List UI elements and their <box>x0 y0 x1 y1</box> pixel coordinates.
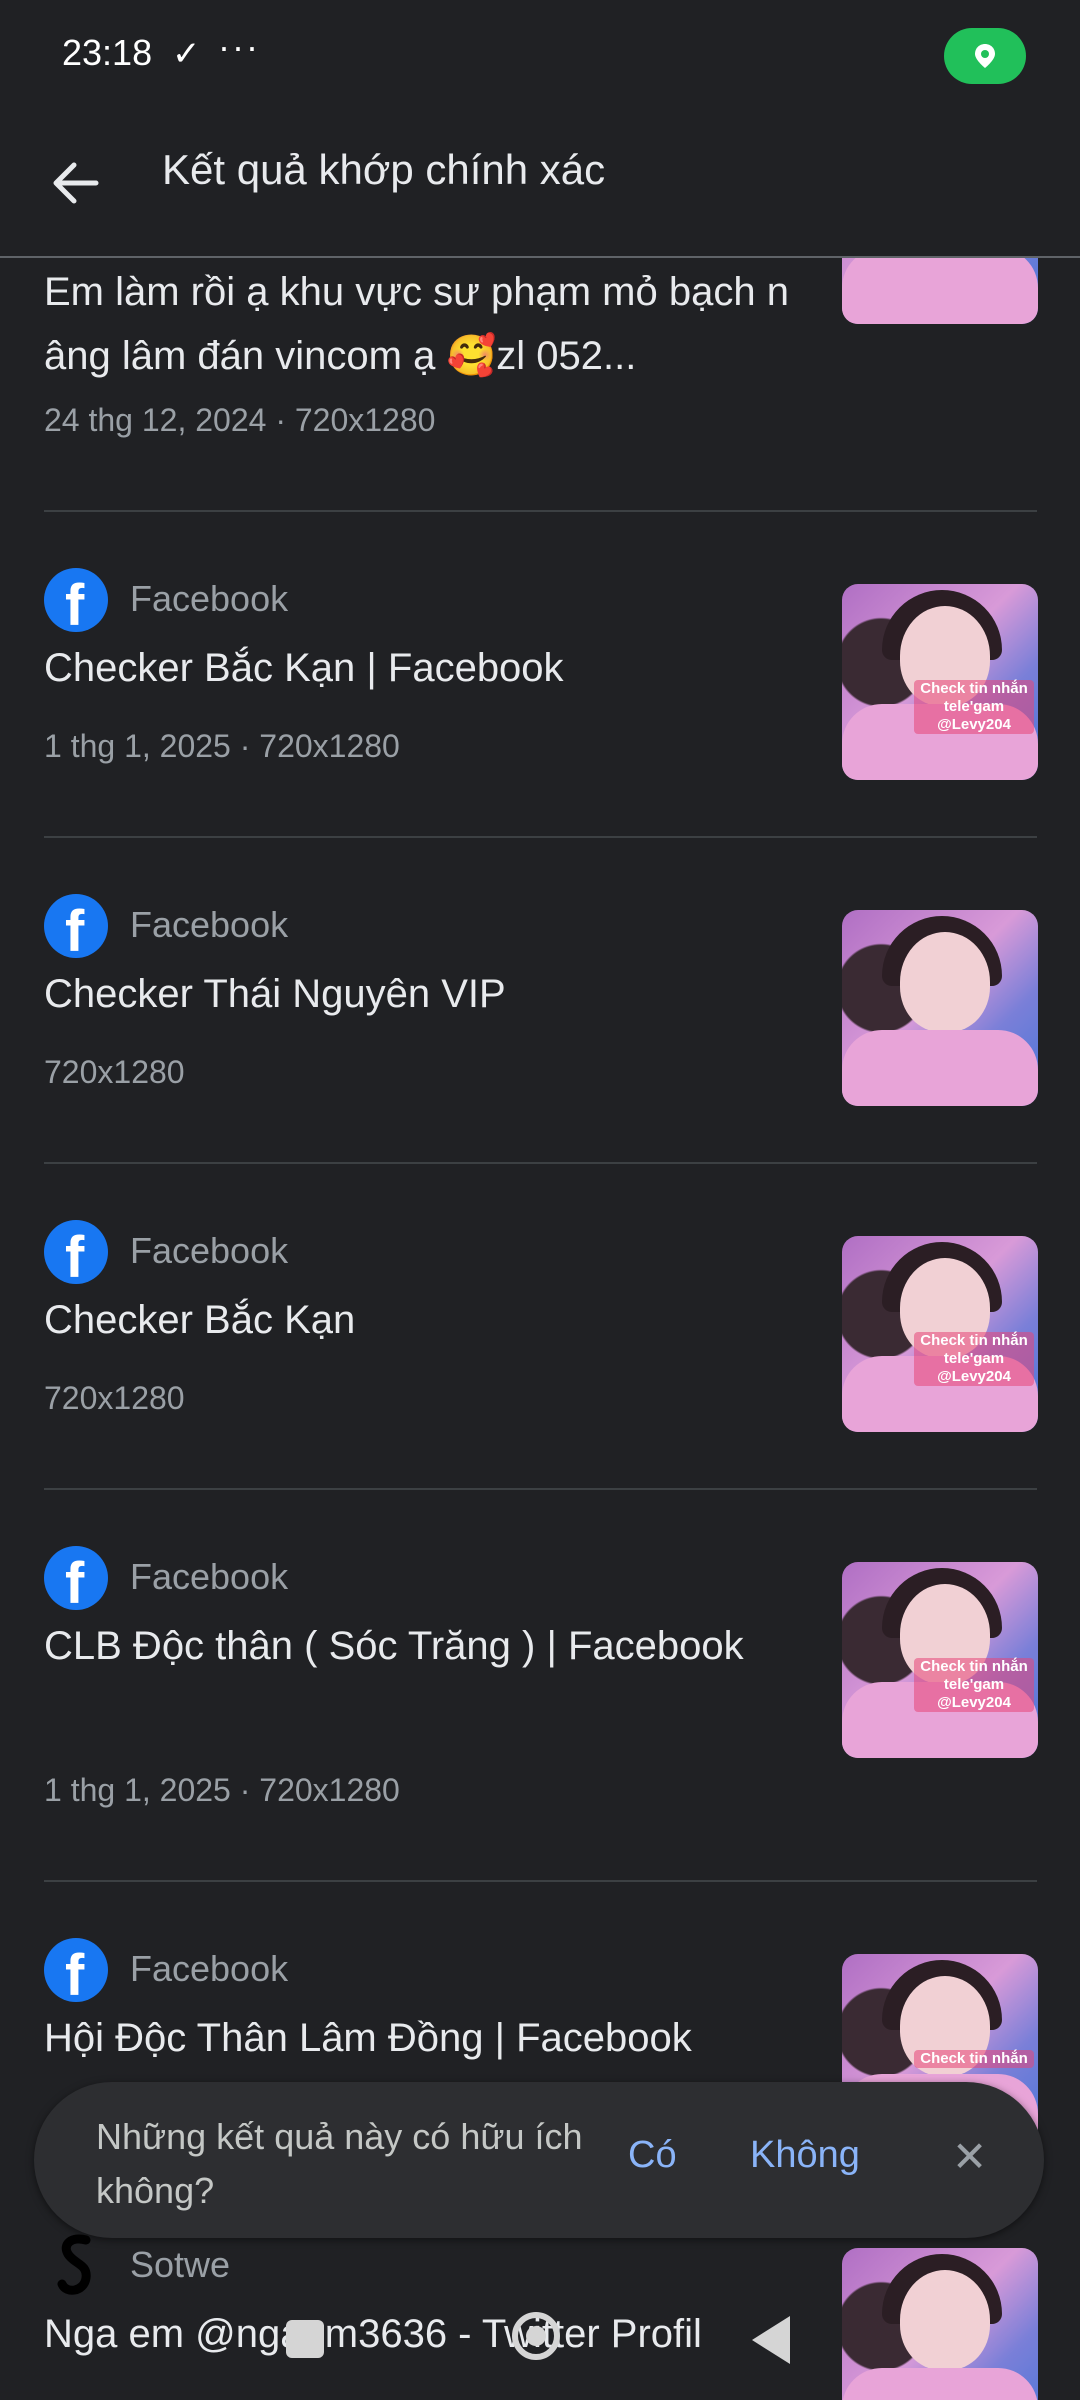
feedback-question: Những kết quả này có hữu ích không? <box>96 2116 583 2211</box>
thumbnail-overlay-text: Check tin nhắn <box>914 2050 1034 2068</box>
source-name: Facebook <box>130 1556 289 1597</box>
result-title[interactable]: Nga em @ngaem3636 - Twitter Profil <box>44 2302 794 2366</box>
feedback-yes-button[interactable]: Có <box>628 2134 677 2177</box>
facebook-icon: f <box>44 1546 108 1616</box>
feedback-card: Những kết quả này có hữu ích không? Có K… <box>34 2082 1044 2238</box>
thumbnail-overlay-text: Check tin nhắn tele'gam @Levy204 <box>914 1332 1034 1386</box>
location-indicator[interactable] <box>944 28 1026 84</box>
facebook-icon: f <box>44 1220 108 1290</box>
home-button[interactable] <box>512 2312 560 2360</box>
page-title: Kết quả khớp chính xác <box>162 146 606 193</box>
result-meta: 720x1280 <box>44 1054 185 1090</box>
arrow-back-icon <box>53 162 99 204</box>
status-bar: 23:18 ✓ ··· <box>0 0 1080 110</box>
source-name: Facebook <box>130 904 289 945</box>
result-meta: 1 thg 1, 2025 · 720x1280 <box>44 1772 400 1808</box>
result-item[interactable]: f Facebook Checker Thái Nguyên VIP 720x1… <box>0 838 1080 1164</box>
source-name: Sotwe <box>130 2244 231 2285</box>
result-title[interactable]: Em làm rồi ạ khu vực sư phạm mỏ bạch nân… <box>44 260 794 388</box>
system-back-button[interactable] <box>752 2316 790 2364</box>
result-title[interactable]: Checker Bắc Kạn <box>44 1288 794 1352</box>
thumbnail-overlay-text: Check tin nhắn tele'gam @Levy204 <box>914 680 1034 734</box>
results-list[interactable]: Em làm rồi ạ khu vực sư phạm mỏ bạch nân… <box>0 258 1080 2400</box>
facebook-icon: f <box>44 894 108 964</box>
back-button[interactable] <box>40 148 110 218</box>
location-pin-icon <box>975 44 995 68</box>
result-meta: 1 thg 1, 2025 · 720x1280 <box>44 728 400 764</box>
source-name: Facebook <box>130 1230 289 1271</box>
recents-button[interactable] <box>286 2320 324 2358</box>
result-thumbnail[interactable]: Check tin nhắn tele'gam @Levy204 <box>842 584 1038 780</box>
more-notifications-icon: ··· <box>218 26 260 67</box>
result-thumbnail[interactable]: Check tin nhắn tele'gam @Levy204 <box>842 1236 1038 1432</box>
result-title[interactable]: CLB Độc thân ( Sóc Trăng ) | Facebook <box>44 1614 794 1678</box>
result-item[interactable]: f Facebook CLB Độc thân ( Sóc Trăng ) | … <box>0 1490 1080 1882</box>
app-bar: Kết quả khớp chính xác <box>0 110 1080 258</box>
facebook-icon: f <box>44 1938 108 2008</box>
result-title[interactable]: Hội Độc Thân Lâm Đồng | Facebook <box>44 2006 794 2070</box>
source-name: Facebook <box>130 1948 289 1989</box>
close-icon[interactable]: ✕ <box>952 2132 987 2181</box>
result-meta: 720x1280 <box>44 1380 185 1416</box>
result-item[interactable]: f Facebook Checker Bắc Kạn | Facebook 1 … <box>0 512 1080 838</box>
result-thumbnail[interactable] <box>842 2248 1038 2400</box>
result-thumbnail[interactable] <box>842 910 1038 1106</box>
result-meta: 24 thg 12, 2024 · 720x1280 <box>44 402 436 438</box>
result-title[interactable]: Checker Bắc Kạn | Facebook <box>44 636 794 700</box>
result-thumbnail[interactable] <box>842 258 1038 324</box>
sotwe-icon <box>57 2234 91 2295</box>
status-time: 23:18 <box>62 32 153 73</box>
source-name: Facebook <box>130 578 289 619</box>
download-done-icon: ✓ <box>172 35 201 73</box>
result-thumbnail[interactable]: Check tin nhắn tele'gam @Levy204 <box>842 1562 1038 1758</box>
feedback-no-button[interactable]: Không <box>750 2134 860 2177</box>
facebook-icon: f <box>44 568 108 638</box>
result-item[interactable]: f Facebook Checker Bắc Kạn 720x1280 Chec… <box>0 1164 1080 1490</box>
thumbnail-overlay-text: Check tin nhắn tele'gam @Levy204 <box>914 1658 1034 1712</box>
result-title[interactable]: Checker Thái Nguyên VIP <box>44 962 794 1026</box>
